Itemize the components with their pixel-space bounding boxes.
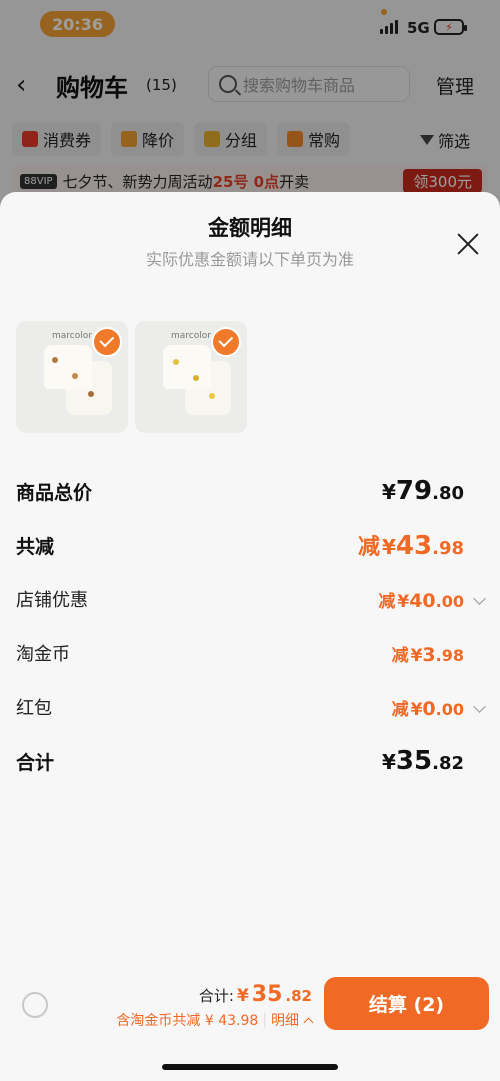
chevron-down-icon[interactable] xyxy=(473,700,486,713)
total-label: 合计: xyxy=(198,987,234,1005)
row-value: ¥35.82 xyxy=(382,746,464,776)
price-breakdown: 商品总价 ¥79.80 共减 减 ¥43.98 店铺优惠 减 ¥40.00 淘金币 … xyxy=(16,464,486,788)
row-taojinbi: 淘金币 减 ¥3.98 xyxy=(16,626,484,680)
total-price: 合计: ¥35.82 xyxy=(198,982,312,1007)
row-value: 减 ¥40.00 xyxy=(378,589,464,612)
chevron-down-icon[interactable] xyxy=(473,592,486,605)
row-total-discount: 共减 减 ¥43.98 xyxy=(16,518,484,572)
close-icon[interactable] xyxy=(456,232,480,256)
product-thumbnail[interactable]: marcolor xyxy=(135,321,247,433)
row-label: 合计 xyxy=(16,751,55,774)
selected-check-icon[interactable] xyxy=(92,327,122,357)
selected-check-icon[interactable] xyxy=(211,327,241,357)
product-thumbnails: marcolor marcolor xyxy=(16,321,247,433)
product-thumbnail[interactable]: marcolor xyxy=(16,321,128,433)
row-value: ¥79.80 xyxy=(382,476,464,506)
row-label: 店铺优惠 xyxy=(16,590,88,611)
row-label: 红包 xyxy=(16,698,52,719)
product-image xyxy=(163,345,211,389)
checkout-bar: 合计: ¥35.82 含淘金币共减 ¥ 43.98 | 明细 结算 (2) xyxy=(0,970,500,1040)
amount-detail-sheet: 金额明细 实际优惠金额请以下单页为准 marcolor marcolor 商品总… xyxy=(0,192,500,1081)
row-value: 减 ¥0.00 xyxy=(391,697,464,720)
sheet-title: 金额明细 xyxy=(208,216,292,240)
detail-link[interactable]: 明细 xyxy=(271,1010,299,1030)
row-label: 商品总价 xyxy=(16,481,93,504)
row-value: 减 ¥43.98 xyxy=(357,531,464,561)
chevron-up-icon[interactable] xyxy=(303,1017,314,1027)
row-shop-discount[interactable]: 店铺优惠 减 ¥40.00 xyxy=(16,572,486,626)
row-value: 减 ¥3.98 xyxy=(391,643,464,666)
row-item-total: 商品总价 ¥79.80 xyxy=(16,464,484,518)
discount-summary[interactable]: 含淘金币共减 ¥ 43.98 | 明细 xyxy=(116,1010,314,1030)
row-red-packet[interactable]: 红包 减 ¥0.00 xyxy=(16,680,486,734)
checkout-button[interactable]: 结算 (2) xyxy=(324,977,489,1030)
row-grand-total: 合计 ¥35.82 xyxy=(16,734,484,788)
product-image xyxy=(44,345,92,389)
discount-note: 含淘金币共减 ¥ 43.98 xyxy=(116,1013,259,1029)
home-indicator xyxy=(162,1064,338,1070)
row-label: 淘金币 xyxy=(16,644,70,665)
select-all-radio[interactable] xyxy=(22,992,48,1018)
row-label: 共减 xyxy=(16,535,55,558)
sheet-subtitle: 实际优惠金额请以下单页为准 xyxy=(145,250,354,269)
